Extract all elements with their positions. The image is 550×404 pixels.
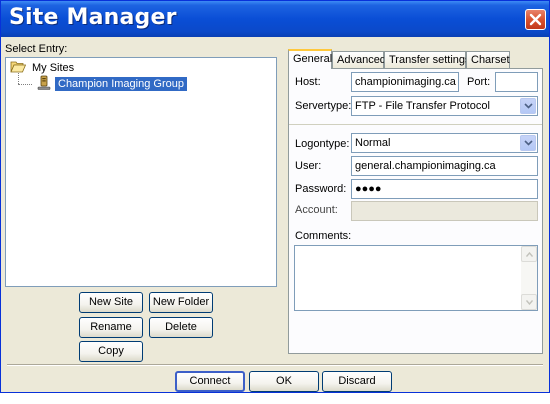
site-manager-window: Site Manager Select Entry: My Sites Cham… xyxy=(0,0,550,393)
servertype-value: FTP - File Transfer Protocol xyxy=(355,100,490,112)
logontype-label: Logontype: xyxy=(295,138,350,150)
discard-button[interactable]: Discard xyxy=(322,371,392,392)
logontype-value: Normal xyxy=(355,137,391,149)
tab-charset[interactable]: Charset xyxy=(466,51,510,68)
servertype-select[interactable]: FTP - File Transfer Protocol xyxy=(351,96,538,116)
tab-transfer-settings[interactable]: Transfer settings xyxy=(384,51,471,68)
scroll-up-icon[interactable] xyxy=(521,246,537,262)
account-input xyxy=(351,201,538,221)
select-entry-label: Select Entry: xyxy=(5,43,68,55)
host-input[interactable]: championimaging.ca xyxy=(351,72,459,92)
tree-item-site[interactable]: Champion Imaging Group xyxy=(36,75,187,94)
chevron-down-icon[interactable] xyxy=(520,135,536,151)
new-folder-button[interactable]: New Folder xyxy=(149,292,213,313)
chevron-down-icon[interactable] xyxy=(520,98,536,114)
tree-connector xyxy=(18,84,32,85)
servertype-label: Servertype: xyxy=(295,100,352,112)
port-input[interactable] xyxy=(495,72,538,92)
tab-advanced[interactable]: Advanced xyxy=(332,51,386,68)
rename-button[interactable]: Rename xyxy=(79,317,143,338)
tab-general[interactable]: General xyxy=(288,49,332,69)
connect-button[interactable]: Connect xyxy=(175,371,245,392)
comments-scrollbar[interactable] xyxy=(521,246,537,310)
server-icon xyxy=(36,75,52,94)
tree-connector xyxy=(18,73,19,84)
port-label: Port: xyxy=(467,76,491,88)
close-button[interactable] xyxy=(525,9,546,30)
footer-divider xyxy=(7,364,543,366)
new-site-button[interactable]: New Site xyxy=(79,292,143,313)
title-bar[interactable]: Site Manager xyxy=(1,1,549,37)
close-icon xyxy=(529,13,542,26)
window-title: Site Manager xyxy=(9,5,177,30)
site-tree[interactable]: My Sites Champion Imaging Group xyxy=(5,57,277,287)
user-label: User: xyxy=(295,160,322,172)
delete-button[interactable]: Delete xyxy=(149,317,213,338)
section-divider xyxy=(289,124,542,125)
comments-label: Comments: xyxy=(295,230,352,242)
password-label: Password: xyxy=(295,183,347,195)
account-label: Account: xyxy=(295,204,338,216)
copy-button[interactable]: Copy xyxy=(79,341,143,362)
user-input[interactable]: general.championimaging.ca xyxy=(351,156,538,176)
tree-site-label: Champion Imaging Group xyxy=(55,77,187,91)
ok-button[interactable]: OK xyxy=(249,371,319,392)
comments-textarea[interactable] xyxy=(294,245,538,311)
scroll-down-icon[interactable] xyxy=(521,294,537,310)
tree-root-label: My Sites xyxy=(32,62,75,74)
general-tab-panel: Host: championimaging.ca Port: Servertyp… xyxy=(288,68,543,354)
logontype-select[interactable]: Normal xyxy=(351,133,538,153)
host-label: Host: xyxy=(295,76,321,88)
password-input[interactable]: ●●●● xyxy=(351,179,538,199)
